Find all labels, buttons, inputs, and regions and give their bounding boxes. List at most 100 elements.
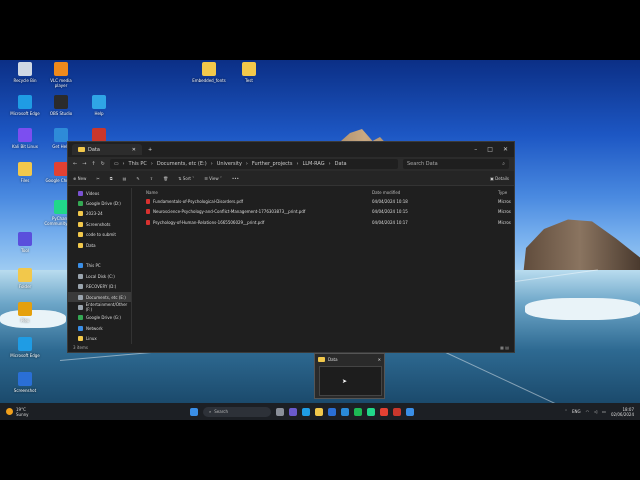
sidebar-item[interactable]: RECOVERY (D:) xyxy=(68,282,131,292)
sort-button[interactable]: ⇅ Sort ˅ xyxy=(178,176,194,181)
task-view-icon[interactable] xyxy=(276,407,284,416)
sidebar-item[interactable]: Data xyxy=(68,240,131,250)
sidebar-item[interactable]: Entertainment/Other (F:) xyxy=(68,302,131,312)
battery-icon[interactable]: ▭ xyxy=(602,409,606,414)
file-row[interactable]: Neuroscience-Psychology-and-Conflict-Man… xyxy=(140,207,514,218)
chat-icon[interactable] xyxy=(289,407,297,416)
sidebar-item[interactable]: 2023-24 xyxy=(68,209,131,219)
copy-icon[interactable]: ⧉ xyxy=(110,176,113,181)
taskbar-preview-thumbnail[interactable]: Data ✕ ➤ xyxy=(314,353,385,399)
sort-label: Sort xyxy=(182,175,191,181)
file-explorer-icon[interactable] xyxy=(315,407,323,416)
pycharm-icon[interactable] xyxy=(367,407,375,416)
app-icon xyxy=(18,337,32,351)
up-arrow-icon[interactable]: ↑ xyxy=(91,161,95,167)
item-count: 3 items xyxy=(73,345,88,350)
sidebar-item-label: Screenshots xyxy=(86,221,111,227)
sidebar-item[interactable]: Videos xyxy=(68,188,131,198)
preview-close-icon[interactable]: ✕ xyxy=(378,357,381,362)
clock[interactable]: 18:07 02/06/2024 xyxy=(611,407,634,417)
file-row[interactable]: Fundamentals-of-Psychological-Disorders.… xyxy=(140,196,514,207)
language-indicator[interactable]: ENG xyxy=(572,409,581,414)
app-icon xyxy=(18,372,32,386)
desktop-icon-label: Recycle Bin xyxy=(13,78,37,83)
mail-icon[interactable] xyxy=(406,407,414,416)
sidebar-item[interactable]: code to submit xyxy=(68,230,131,240)
delete-icon[interactable]: 🗑 xyxy=(163,176,168,181)
file-row[interactable]: Psychology-of-Human-Relations-1665506029… xyxy=(140,217,514,228)
details-view-icon[interactable]: ▦ ▤ xyxy=(500,345,509,350)
sidebar-item[interactable]: Network xyxy=(68,323,131,333)
close-button[interactable]: ✕ xyxy=(503,146,508,153)
taskbar-search[interactable]: ⌕ Search xyxy=(203,406,271,417)
breadcrumb[interactable]: ▭ › This PC › Documents, etc (E:) › Univ… xyxy=(109,159,398,169)
desktop-icon[interactable]: Kali Bit Linux xyxy=(8,128,42,149)
file-explorer-window[interactable]: Data ✕ + – □ ✕ ← → ↑ ↻ ▭ › This PC › Doc… xyxy=(67,141,515,353)
view-button[interactable]: ☰ View ˅ xyxy=(204,176,222,181)
sidebar-item-label: Local Disk (C:) xyxy=(86,273,115,279)
details-button[interactable]: ▣ Details xyxy=(490,176,509,181)
refresh-icon[interactable]: ↻ xyxy=(101,161,105,167)
navigation-pane: Videos Google Drive (D:) 2023-24 Screenshot… xyxy=(68,188,132,344)
chevron-up-icon[interactable]: ˄ xyxy=(565,409,567,414)
breadcrumb-university[interactable]: University xyxy=(217,161,242,167)
minimize-button[interactable]: – xyxy=(474,146,477,153)
store-icon[interactable] xyxy=(328,407,336,416)
chrome-icon[interactable] xyxy=(380,407,388,416)
column-name[interactable]: Name xyxy=(140,190,372,195)
desktop-icon-label: VLC media player xyxy=(50,78,72,88)
edge-icon[interactable] xyxy=(302,407,310,416)
search-input[interactable]: Search Data ⌕ xyxy=(403,159,509,169)
spotify-icon[interactable] xyxy=(354,407,362,416)
breadcrumb-documents[interactable]: Documents, etc (E:) xyxy=(157,161,207,167)
new-button[interactable]: ⊕ New xyxy=(73,176,86,181)
desktop-icon[interactable]: Plex xyxy=(8,302,42,323)
maximize-button[interactable]: □ xyxy=(487,146,493,153)
desktop-icon[interactable]: Microsoft Edge xyxy=(8,95,42,116)
vscode-icon[interactable] xyxy=(341,407,349,416)
preview-header: Data ✕ xyxy=(315,354,384,364)
paste-icon[interactable]: ▤ xyxy=(123,176,127,181)
column-date-modified[interactable]: Date modified xyxy=(372,190,498,195)
more-options-button[interactable]: ••• xyxy=(232,176,239,181)
file-date: 04/04/2024 10:15 xyxy=(372,209,408,215)
desktop-icon[interactable]: Help xyxy=(82,95,116,116)
sidebar-item[interactable]: Documents, etc (E:) xyxy=(68,291,131,303)
desktop-icon[interactable]: VLC media player xyxy=(44,62,78,88)
desktop-icon[interactable]: Folder xyxy=(8,268,42,289)
cut-icon[interactable]: ✂ xyxy=(96,176,99,181)
weather-widget[interactable]: 19°C Sunny xyxy=(0,407,190,417)
tab-close-icon[interactable]: ✕ xyxy=(132,147,136,153)
desktop-icon[interactable]: Embedded_fonts xyxy=(192,62,226,83)
wifi-icon[interactable]: ◠ xyxy=(586,409,590,414)
rename-icon[interactable]: ✎ xyxy=(136,176,139,181)
desktop-icon[interactable]: Screenshot xyxy=(8,372,42,393)
breadcrumb-data[interactable]: Data xyxy=(335,161,347,167)
back-arrow-icon[interactable]: ← xyxy=(73,161,77,167)
desktop-icon[interactable]: Tool xyxy=(8,232,42,253)
sidebar-item[interactable]: Google Drive (D:) xyxy=(68,198,131,208)
sidebar-item[interactable]: Local Disk (C:) xyxy=(68,271,131,281)
desktop-icon[interactable]: OBS Studio xyxy=(44,95,78,116)
sidebar-item[interactable]: Google Drive (G:) xyxy=(68,313,131,323)
search-icon: ⌕ xyxy=(502,161,505,167)
new-tab-button[interactable]: + xyxy=(142,147,152,153)
start-icon[interactable] xyxy=(190,407,198,416)
share-icon[interactable]: ⇪ xyxy=(150,176,153,181)
sidebar-item-label: RECOVERY (D:) xyxy=(86,284,117,290)
breadcrumb-this-pc[interactable]: This PC xyxy=(129,161,147,167)
desktop-icon[interactable]: Files xyxy=(8,162,42,183)
volume-icon[interactable]: ◁ xyxy=(594,409,597,414)
breadcrumb-llm-rag[interactable]: LLM-RAG xyxy=(302,161,324,167)
column-type[interactable]: Type xyxy=(498,190,514,195)
breadcrumb-further-projects[interactable]: Further_projects xyxy=(252,161,293,167)
forward-arrow-icon[interactable]: → xyxy=(82,161,86,167)
sidebar-item[interactable]: Screenshots xyxy=(68,219,131,229)
desktop-icon[interactable]: Microsoft Edge xyxy=(8,337,42,358)
desktop-icon[interactable]: Test xyxy=(232,62,266,83)
settings-icon[interactable] xyxy=(393,407,401,416)
desktop-icon[interactable]: Recycle Bin xyxy=(8,62,42,83)
sidebar-item[interactable]: This PC xyxy=(68,261,131,271)
pdf-icon xyxy=(146,219,150,225)
tab-data[interactable]: Data ✕ xyxy=(72,144,142,155)
